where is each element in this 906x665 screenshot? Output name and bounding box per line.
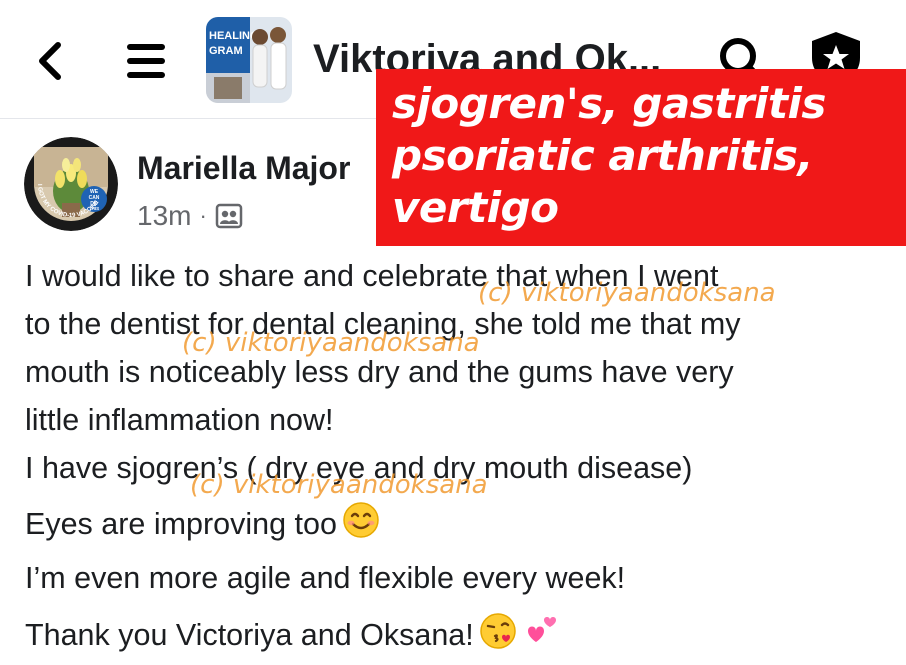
group-photo: HEALING GRAM xyxy=(206,17,292,103)
avatar-image: WE CAN DO THIS I GOT MY COVID-19 VACCINE xyxy=(24,137,118,231)
post-time[interactable]: 13m xyxy=(137,200,191,232)
menu-button[interactable] xyxy=(124,40,168,82)
author-name[interactable]: Mariella Major xyxy=(137,148,350,188)
post-line-6: Eyes are improving too xyxy=(25,507,337,541)
thumbnail-text-1: HEALING xyxy=(209,30,259,42)
post-line-4: little inflammation now! xyxy=(25,403,334,437)
overlay-line-1: sjogren's, gastritis xyxy=(392,79,826,128)
author-avatar[interactable]: WE CAN DO THIS I GOT MY COVID-19 VACCINE xyxy=(24,137,118,231)
post-line-2: to the dentist for dental cleaning, she … xyxy=(25,307,741,341)
caption-overlay: sjogren's, gastritis psoriatic arthritis… xyxy=(376,69,906,246)
group-members-icon[interactable] xyxy=(215,203,243,229)
post-body: I would like to share and celebrate that… xyxy=(25,252,895,665)
meta-separator: · xyxy=(199,203,207,228)
post-line-1: I would like to share and celebrate that… xyxy=(25,259,719,293)
hamburger-menu-icon xyxy=(127,44,165,78)
thumbnail-text-2: GRAM xyxy=(209,45,243,57)
post-line-3: mouth is noticeably less dry and the gum… xyxy=(25,355,734,389)
post-line-6-row: Eyes are improving too xyxy=(25,500,895,554)
chevron-left-icon xyxy=(39,42,61,80)
post-meta: 13m · xyxy=(137,198,243,234)
post-line-7: I’m even more agile and flexible every w… xyxy=(25,561,626,595)
back-button[interactable] xyxy=(30,38,74,84)
post-line-8: Thank you Victoriya and Oksana! xyxy=(25,618,474,652)
group-thumbnail[interactable]: HEALING GRAM xyxy=(206,17,292,103)
smiling-face-emoji xyxy=(341,500,381,554)
post-line-5: I have sjogren’s ( dry eye and dry mouth… xyxy=(25,451,693,485)
overlay-line-2: psoriatic arthritis, xyxy=(392,131,813,180)
overlay-line-3: vertigo xyxy=(392,183,559,232)
